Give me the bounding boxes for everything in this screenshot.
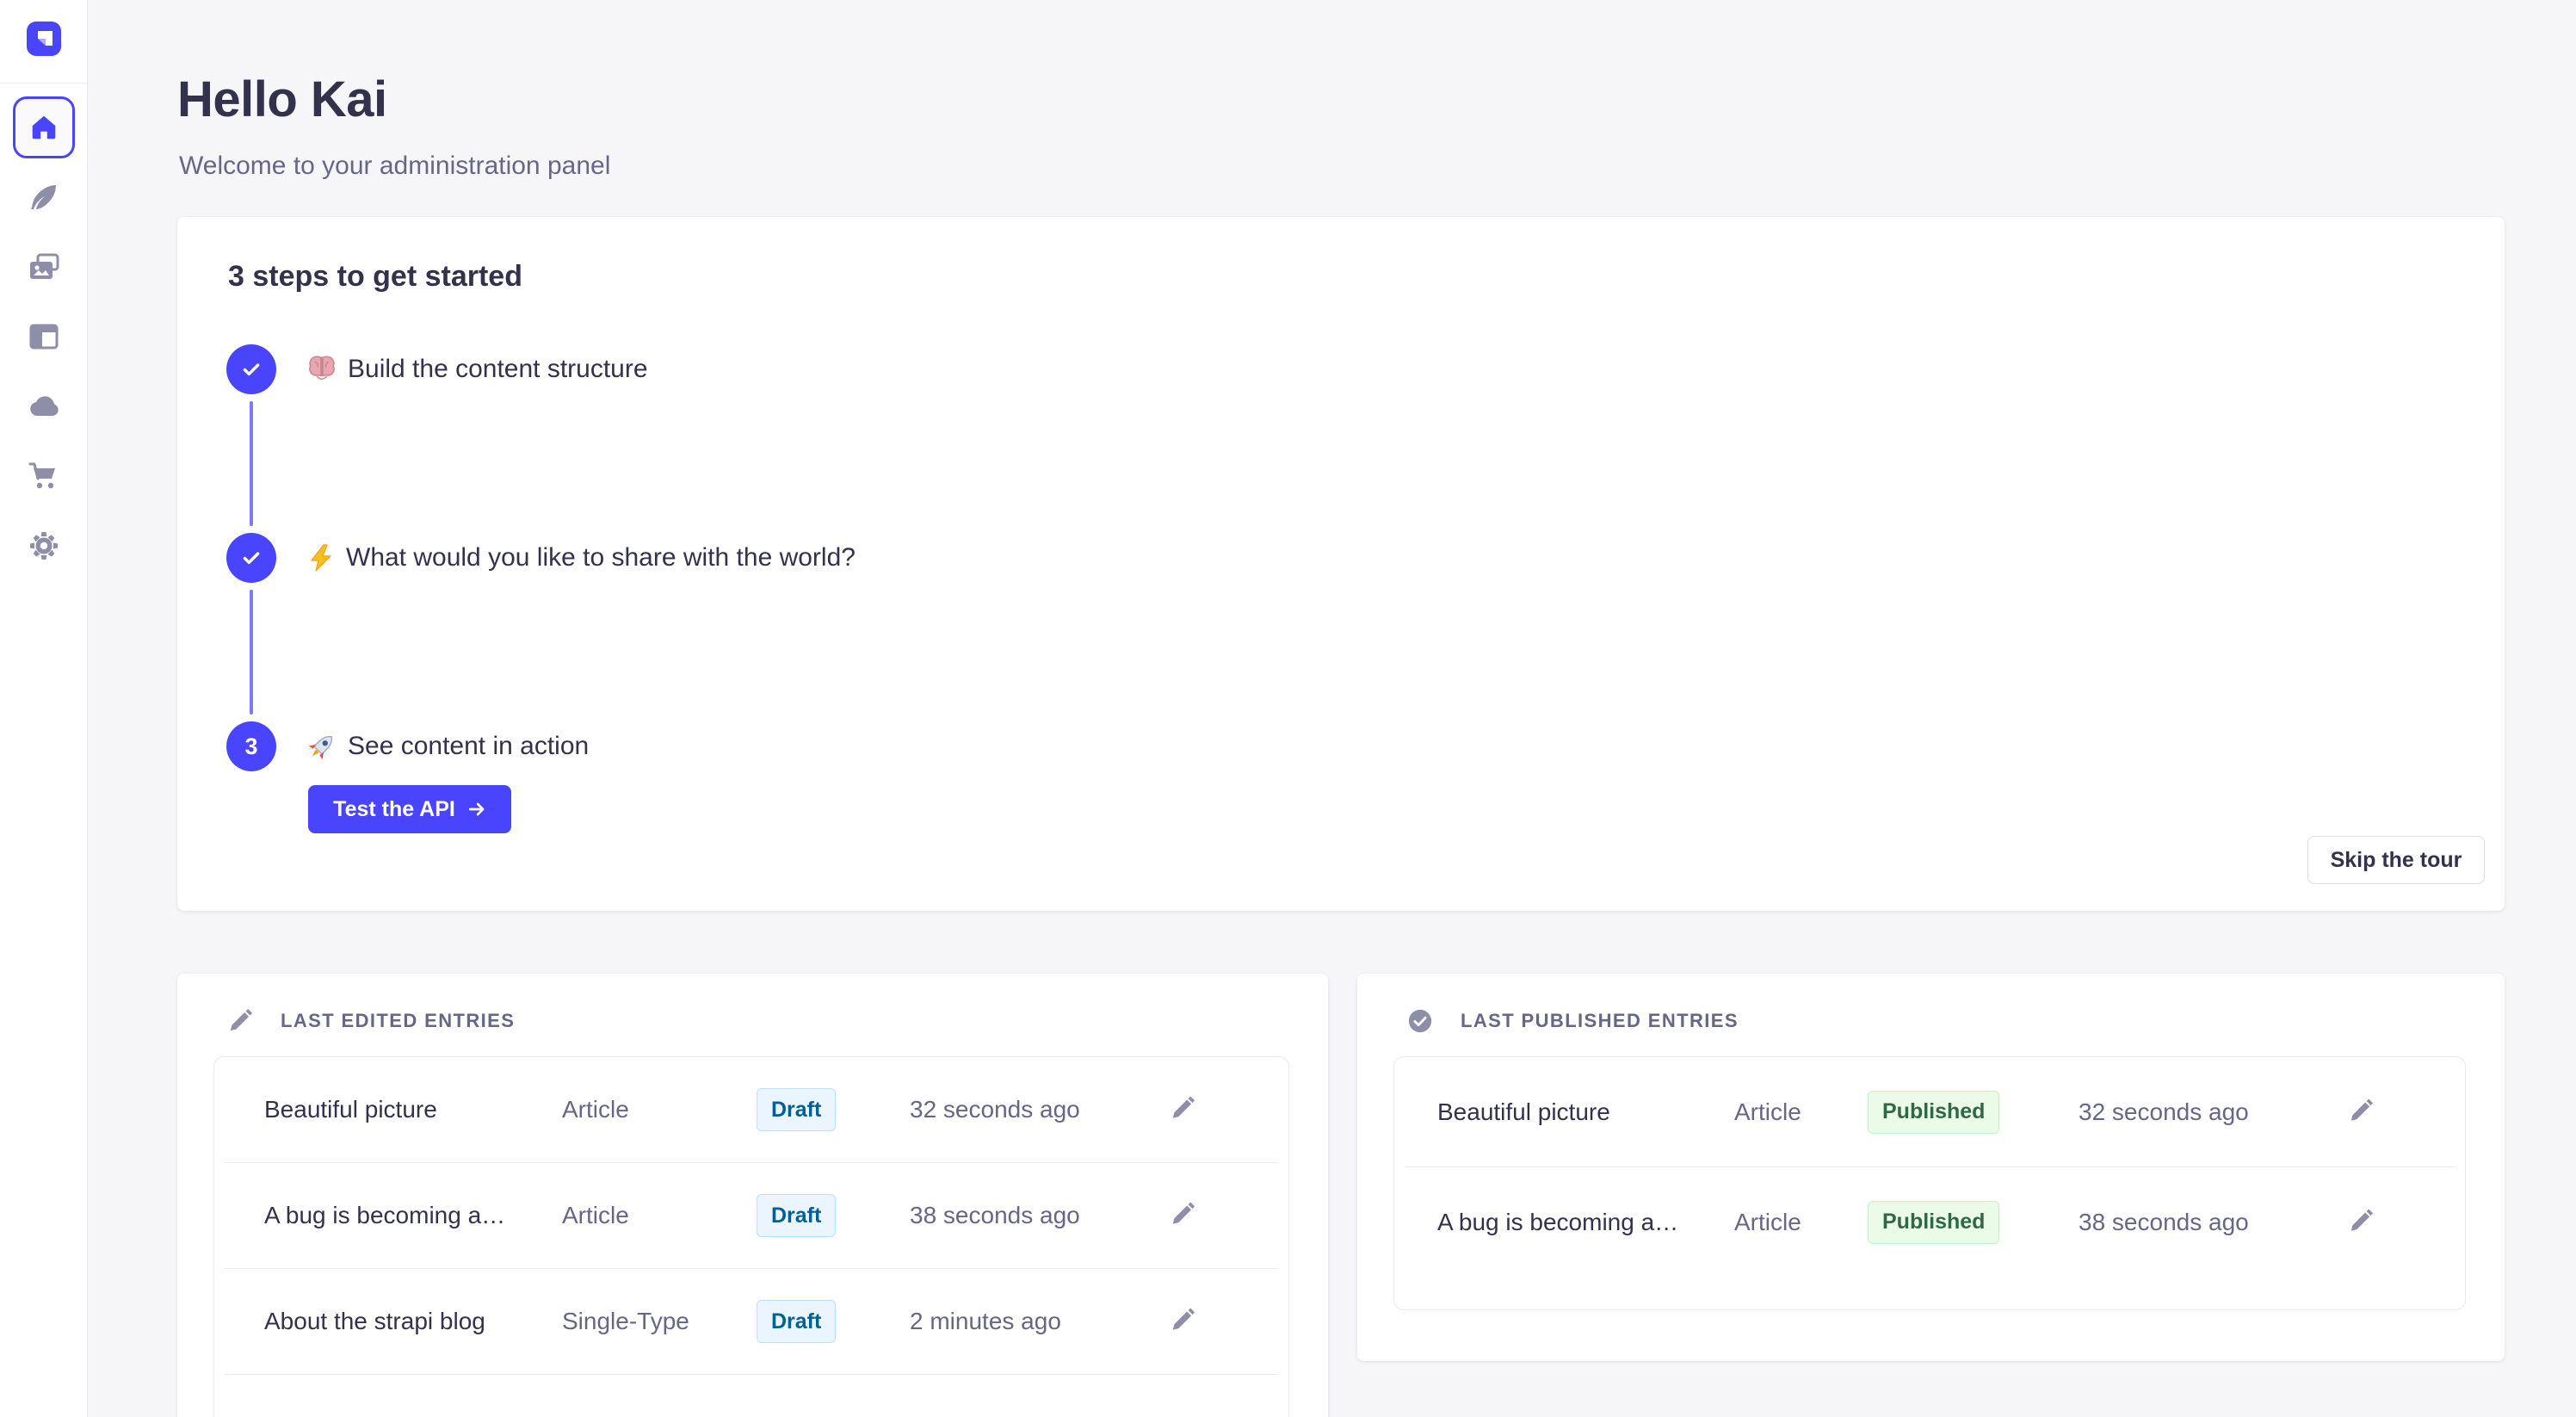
entry-title: A bug is becoming a… [1437,1209,1678,1236]
status-badge: Published [1868,1201,1999,1244]
arrow-right-icon [467,800,486,819]
rocket-icon [306,731,337,762]
pencil-icon [2348,1208,2374,1234]
sidebar-divider [0,83,87,84]
table-row[interactable]: A bug is becoming a… Article Draft 38 se… [214,1163,1288,1268]
step-2-label[interactable]: What would you like to share with the wo… [306,540,856,576]
step-connector [250,401,253,526]
sidebar-nav [13,96,75,585]
sidebar-item-content-manager[interactable] [13,166,75,228]
check-circle-icon [1407,1008,1433,1034]
last-edited-title: LAST EDITED ENTRIES [281,1010,515,1032]
pictures-icon [27,250,61,284]
entry-type: Article [1734,1098,1801,1126]
cloud-icon [27,389,61,424]
entry-title: Beautiful picture [1437,1098,1610,1126]
step-3-number: 3 [244,733,257,760]
entry-type: Article [562,1202,629,1229]
entry-time: 38 seconds ago [910,1202,1080,1229]
sidebar-item-media-library[interactable] [13,236,75,298]
step-3-label[interactable]: See content in action [306,728,589,764]
step-connector [250,590,253,715]
onboarding-title: 3 steps to get started [228,260,522,294]
status-badge: Draft [757,1088,836,1131]
edit-entry-button[interactable] [1166,1304,1199,1340]
last-edited-widget: LAST EDITED ENTRIES Beautiful picture Ar… [177,974,1328,1417]
edit-entry-button[interactable] [1166,1092,1199,1128]
sidebar-item-marketplace[interactable] [13,445,75,507]
check-icon [240,358,263,381]
table-row[interactable]: Beautiful picture Article Draft 32 secon… [214,1057,1288,1162]
step-3-number-badge: 3 [226,721,276,771]
strapi-logo-icon [27,22,61,56]
last-published-title: LAST PUBLISHED ENTRIES [1461,1010,1739,1032]
step-1-label[interactable]: Build the content structure [306,351,648,387]
step-1-text: Build the content structure [348,355,648,384]
step-2-text: What would you like to share with the wo… [346,543,856,572]
entry-type: Single-Type [562,1308,689,1335]
page-title: Hello Kai [177,71,387,128]
pencil-icon [227,1008,253,1034]
check-icon [240,547,263,569]
table-row[interactable]: Beautiful picture Article Published 32 s… [1394,1057,2465,1166]
entry-time: 32 seconds ago [2079,1098,2249,1126]
last-published-widget: LAST PUBLISHED ENTRIES Beautiful picture… [1357,974,2505,1361]
strapi-admin-home: Hello Kai Welcome to your administration… [0,0,2576,1417]
sidebar-item-cloud[interactable] [13,375,75,437]
edit-entry-button[interactable] [2344,1094,2377,1129]
main-nav-sidebar [0,0,88,1417]
edit-entry-button[interactable] [1166,1198,1199,1234]
last-edited-header: LAST EDITED ENTRIES [227,1008,515,1034]
lightning-icon [306,543,336,572]
skip-tour-button[interactable]: Skip the tour [2307,836,2485,884]
table-row[interactable]: A bug is becoming a… Article Published 3… [1394,1167,2465,1277]
table-row[interactable]: About the strapi blog Single-Type Draft … [214,1269,1288,1374]
step-2-done-badge [226,533,276,583]
page-subtitle: Welcome to your administration panel [179,152,610,181]
entry-title: Beautiful picture [264,1096,437,1123]
status-badge: Published [1868,1091,1999,1134]
onboarding-card: 3 steps to get started 3 Build the conte… [177,217,2505,911]
entry-time: 2 minutes ago [910,1308,1061,1335]
last-published-table: Beautiful picture Article Published 32 s… [1393,1056,2466,1310]
feather-icon [27,180,61,214]
entry-time: 32 seconds ago [910,1096,1080,1123]
cart-icon [27,459,61,493]
sidebar-item-home[interactable] [13,96,75,158]
entry-type: Article [562,1096,629,1123]
gear-icon [27,529,61,563]
pencil-icon [1170,1308,1195,1333]
entry-type: Article [1734,1209,1801,1236]
test-api-label: Test the API [333,797,455,822]
layout-icon [27,319,61,354]
pencil-icon [1170,1202,1195,1228]
status-badge: Draft [757,1194,836,1237]
home-icon [28,111,60,144]
edit-entry-button[interactable] [2344,1204,2377,1240]
status-badge: Draft [757,1300,836,1343]
pencil-icon [1170,1096,1195,1122]
last-edited-table: Beautiful picture Article Draft 32 secon… [213,1056,1289,1417]
step-1-done-badge [226,344,276,394]
step-3-text: See content in action [348,732,589,761]
test-api-button[interactable]: Test the API [308,785,511,833]
last-published-header: LAST PUBLISHED ENTRIES [1407,1008,1739,1034]
entry-title: A bug is becoming a… [264,1202,505,1229]
strapi-logo[interactable] [27,22,61,56]
row-divider [225,1374,1278,1375]
entry-time: 38 seconds ago [2079,1209,2249,1236]
sidebar-item-content-type-builder[interactable] [13,306,75,368]
brain-icon [306,354,337,385]
pencil-icon [2348,1098,2374,1123]
entry-title: About the strapi blog [264,1308,485,1335]
sidebar-item-settings[interactable] [13,515,75,577]
